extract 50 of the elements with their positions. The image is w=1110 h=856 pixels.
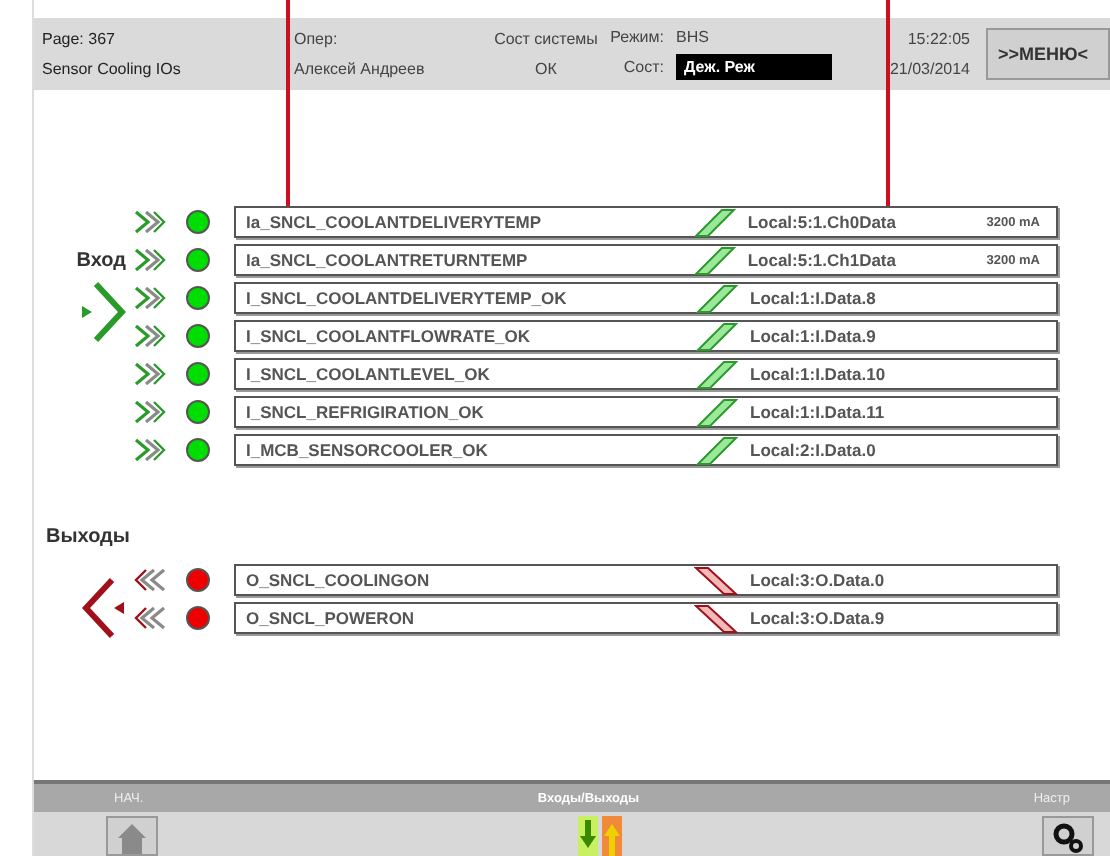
io-arrows-icon <box>576 816 624 856</box>
operator-name: Алексей Андреев <box>294 60 427 78</box>
io-button[interactable] <box>572 816 628 856</box>
tag-name: I_MCB_SENSORCOOLER_OK <box>246 440 490 460</box>
system-state: ОК <box>535 60 557 78</box>
section-label: Вход <box>76 250 126 272</box>
input-chevron-icon <box>82 280 126 344</box>
tag-name: O_SNCL_POWERON <box>246 608 417 628</box>
mode-value: BHS <box>676 28 709 46</box>
tag-name: I_SNCL_REFRIGIRATION_OK <box>246 402 486 422</box>
link-slash-icon <box>694 603 738 633</box>
tag-name: I_SNCL_COOLANTLEVEL_OK <box>246 364 492 384</box>
io-address: Local:1:I.Data.11 <box>750 402 887 422</box>
output-chevron-icon <box>82 576 126 640</box>
tag-name: O_SNCL_COOLINGON <box>246 570 432 590</box>
io-address: Local:1:I.Data.10 <box>750 364 888 384</box>
io-address: Local:5:1.Ch1Data <box>747 250 898 270</box>
link-slash-icon <box>694 435 738 465</box>
screen-title: Sensor Cooling IOs <box>42 60 183 78</box>
io-address: Local:2:I.Data.0 <box>750 440 878 460</box>
io-address: Local:1:I.Data.8 <box>750 288 878 308</box>
link-slash-icon <box>694 397 738 427</box>
tag-name: Ia_SNCL_COOLANTDELIVERYTEMP <box>246 212 544 232</box>
state-label: Сост: <box>621 58 664 76</box>
tag-name: I_SNCL_COOLANTFLOWRATE_OK <box>246 326 532 346</box>
tag-name: I_SNCL_COOLANTDELIVERYTEMP_OK <box>246 288 569 308</box>
link-slash-icon <box>691 245 736 275</box>
state-value: Деж. Реж <box>676 54 832 80</box>
operator-label: Опер: <box>294 30 340 48</box>
home-button[interactable] <box>106 816 158 856</box>
clock-time: 15:22:05 <box>907 30 970 48</box>
io-address: Local:3:O.Data.0 <box>750 570 887 590</box>
settings-button[interactable] <box>1042 816 1094 856</box>
link-slash-icon <box>694 565 738 595</box>
menu-button[interactable]: >>МЕНЮ< <box>986 28 1110 80</box>
mode-label: Режим: <box>608 28 664 46</box>
link-slash-icon <box>694 359 738 389</box>
clock-date: 21/03/2014 <box>889 60 970 78</box>
settings-icon <box>1052 822 1084 854</box>
page-number: Page: 367 <box>42 30 117 48</box>
link-slash-icon <box>691 207 736 237</box>
io-address: Local:1:I.Data.9 <box>750 326 878 346</box>
io-address: Local:3:O.Data.9 <box>750 608 887 628</box>
tag-name: Ia_SNCL_COOLANTRETURNTEMP <box>246 250 530 270</box>
link-slash-icon <box>694 283 738 313</box>
section-label: Выходы <box>46 526 132 548</box>
home-icon <box>116 822 148 854</box>
system-label: Сост системы <box>494 30 598 48</box>
link-slash-icon <box>694 321 738 351</box>
io-address: Local:5:1.Ch0Data <box>747 212 898 232</box>
